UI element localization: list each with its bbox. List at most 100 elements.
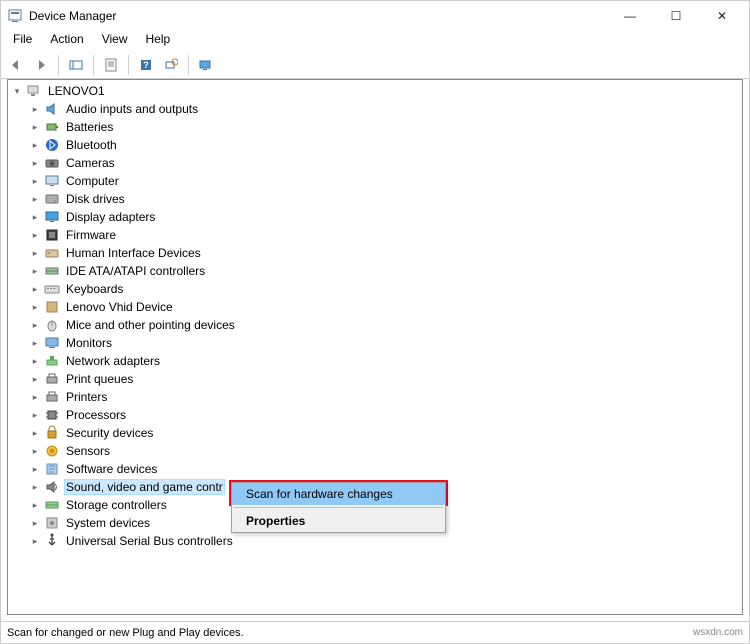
tree-item-camera[interactable]: ▸ Cameras [28,154,742,172]
menu-action[interactable]: Action [42,31,91,51]
tree-item-network[interactable]: ▸ Network adapters [28,352,742,370]
vhid-icon [44,299,60,315]
tree-item-label: Mice and other pointing devices [64,318,237,332]
keyboard-icon [44,281,60,297]
expand-icon[interactable]: ▸ [28,102,42,116]
tree-item-label: System devices [64,516,152,530]
system-icon [44,515,60,531]
tree-item-sensor[interactable]: ▸Sensors [28,442,742,460]
expand-icon[interactable]: ▸ [28,156,42,170]
devices-button[interactable] [195,54,217,76]
ctx-properties[interactable]: Properties [232,510,445,532]
expand-icon[interactable]: ▸ [28,336,42,350]
tree-item-display[interactable]: ▸Display adapters [28,208,742,226]
expand-icon[interactable]: ▸ [28,516,42,530]
tree-item-label: Software devices [64,462,159,476]
tree-item-monitor[interactable]: ▸ Monitors [28,334,742,352]
tree-item-software[interactable]: ▸ Software devices [28,460,742,478]
separator [188,55,189,75]
expand-icon[interactable]: ▸ [28,462,42,476]
maximize-button[interactable]: ☐ [653,1,699,31]
tree-item-label: Disk drives [64,192,127,206]
tree-item-security[interactable]: ▸Security devices [28,424,742,442]
expand-icon[interactable]: ▸ [28,228,42,242]
menu-help[interactable]: Help [138,31,179,51]
close-button[interactable]: ✕ [699,1,745,31]
sensor-icon [44,443,60,459]
bluetooth-icon [44,137,60,153]
forward-button[interactable] [30,54,52,76]
separator [128,55,129,75]
disk-icon [44,191,60,207]
camera-icon [44,155,60,171]
tree-item-cpu[interactable]: ▸Processors [28,406,742,424]
help-button[interactable]: ? [135,54,157,76]
expand-icon[interactable]: ▸ [28,210,42,224]
status-text: Scan for changed or new Plug and Play de… [7,627,244,639]
tree-item-vhid[interactable]: ▸ Lenovo Vhid Device [28,298,742,316]
expand-icon[interactable]: ▸ [28,426,42,440]
tree-item-label: Bluetooth [64,138,119,152]
statusbar: Scan for changed or new Plug and Play de… [1,621,749,643]
collapse-icon[interactable]: ▾ [10,84,24,98]
watermark: wsxdn.com [693,627,743,638]
ctx-scan-hardware[interactable]: Scan for hardware changes [232,483,445,505]
back-button[interactable] [5,54,27,76]
tree-item-ide[interactable]: ▸IDE ATA/ATAPI controllers [28,262,742,280]
expand-icon[interactable]: ▸ [28,264,42,278]
expand-icon[interactable]: ▸ [28,534,42,548]
menu-file[interactable]: File [5,31,40,51]
minimize-button[interactable]: — [607,1,653,31]
tree-item-audio[interactable]: ▸Audio inputs and outputs [28,100,742,118]
expand-icon[interactable]: ▸ [28,498,42,512]
tree-item-label: Lenovo Vhid Device [64,300,175,314]
separator [234,507,443,508]
tree-view[interactable]: ▾LENOVO1▸Audio inputs and outputs▸Batter… [7,79,743,615]
tree-item-mouse[interactable]: ▸ Mice and other pointing devices [28,316,742,334]
usb-icon [44,533,60,549]
expand-icon[interactable]: ▸ [28,408,42,422]
display-icon [44,209,60,225]
tree-item-label: Cameras [64,156,117,170]
svg-text:?: ? [143,60,149,70]
expand-icon[interactable]: ▸ [28,138,42,152]
expand-icon[interactable]: ▸ [28,246,42,260]
tree-item-label: Monitors [64,336,114,350]
tree-item-disk[interactable]: ▸ Disk drives [28,190,742,208]
tree-item-label: Printers [64,390,109,404]
expand-icon[interactable]: ▸ [28,354,42,368]
tree-item-keyboard[interactable]: ▸Keyboards [28,280,742,298]
scan-hardware-button[interactable] [160,54,182,76]
expand-icon[interactable]: ▸ [28,192,42,206]
tree-item-label: Network adapters [64,354,162,368]
expand-icon[interactable]: ▸ [28,390,42,404]
security-icon [44,425,60,441]
expand-icon[interactable]: ▸ [28,282,42,296]
expand-icon[interactable]: ▸ [28,372,42,386]
expand-icon[interactable]: ▸ [28,120,42,134]
tree-item-computer[interactable]: ▸Computer [28,172,742,190]
expand-icon[interactable]: ▸ [28,318,42,332]
tree-item-bluetooth[interactable]: ▸ Bluetooth [28,136,742,154]
titlebar[interactable]: Device Manager — ☐ ✕ [1,1,749,31]
toolbar: ? [1,51,749,79]
software-icon [44,461,60,477]
tree-item-battery[interactable]: ▸Batteries [28,118,742,136]
tree-item-label: Storage controllers [64,498,169,512]
context-menu: Scan for hardware changes Properties [231,482,446,533]
tree-item-printer[interactable]: ▸Print queues [28,370,742,388]
expand-icon[interactable]: ▸ [28,480,42,494]
printer-icon [44,389,60,405]
tree-item-firmware[interactable]: ▸Firmware [28,226,742,244]
tree-item-printer[interactable]: ▸ Printers [28,388,742,406]
separator [58,55,59,75]
properties-button[interactable] [100,54,122,76]
expand-icon[interactable]: ▸ [28,444,42,458]
expand-icon[interactable]: ▸ [28,300,42,314]
tree-item-usb[interactable]: ▸Universal Serial Bus controllers [28,532,742,550]
menu-view[interactable]: View [94,31,136,51]
show-hide-button[interactable] [65,54,87,76]
tree-item-hid[interactable]: ▸Human Interface Devices [28,244,742,262]
tree-root[interactable]: ▾LENOVO1 [10,82,742,100]
expand-icon[interactable]: ▸ [28,174,42,188]
